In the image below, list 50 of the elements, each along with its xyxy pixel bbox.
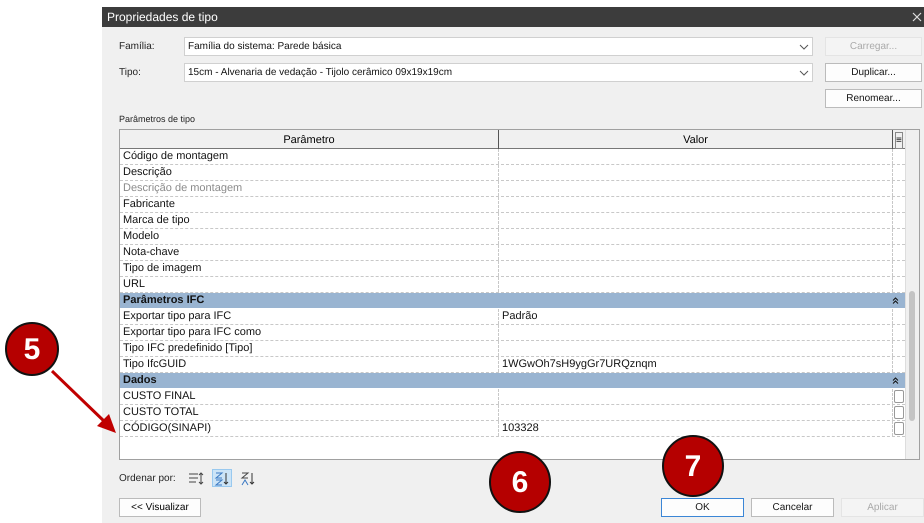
- type-label: Tipo:: [119, 66, 142, 80]
- collapse-icon[interactable]: [892, 377, 899, 384]
- parameter-name: Descrição de montagem: [120, 181, 499, 196]
- group-header[interactable]: Dados: [120, 373, 905, 389]
- type-dropdown[interactable]: 15cm - Alvenaria de vedação - Tijolo cerâmico 09x19x19cm: [184, 63, 813, 82]
- parameter-value[interactable]: Padrão: [499, 309, 893, 324]
- checkbox[interactable]: [894, 406, 904, 419]
- checkbox[interactable]: [894, 422, 904, 435]
- close-icon[interactable]: [912, 12, 922, 22]
- column-header[interactable]: Parâmetro: [120, 130, 499, 151]
- parameter-name: Modelo: [120, 229, 499, 244]
- checkbox[interactable]: [894, 390, 904, 403]
- parameter-name: Fabricante: [120, 197, 499, 212]
- column-header[interactable]: Valor: [499, 130, 893, 151]
- parameter-name: Tipo IfcGUID: [120, 357, 499, 372]
- preview-button[interactable]: << Visualizar: [119, 498, 201, 517]
- dialog-button[interactable]: OK: [661, 498, 744, 517]
- parameter-name: CUSTO TOTAL: [120, 405, 499, 420]
- parameter-name: CUSTO FINAL: [120, 389, 499, 404]
- family-dropdown[interactable]: Família do sistema: Parede básica: [184, 37, 813, 56]
- parameter-name: Nota-chave: [120, 245, 499, 260]
- group-header[interactable]: Parâmetros IFC: [120, 293, 905, 309]
- parameter-name: CÓDIGO(SINAPI): [120, 421, 499, 436]
- column-header[interactable]: ≡: [895, 132, 903, 149]
- step-marker: 5: [5, 322, 59, 376]
- parameter-value[interactable]: 1WGwOh7sH9ygGr7URQznqm: [499, 357, 893, 372]
- side-button[interactable]: Renomear...: [825, 89, 922, 108]
- scrollbar-thumb[interactable]: [909, 291, 916, 421]
- parameter-name: Exportar tipo para IFC: [120, 309, 499, 324]
- chevron-down-icon: [799, 44, 809, 50]
- window-title: Propriedades de tipo: [107, 9, 218, 26]
- parameter-name: Descrição: [120, 165, 499, 180]
- parameter-name: Tipo IFC predefinido [Tipo]: [120, 341, 499, 356]
- chevron-down-icon: [799, 70, 809, 76]
- group-title: Parâmetros IFC: [123, 293, 204, 308]
- section-label: Parâmetros de tipo: [119, 113, 196, 125]
- ascending-sort-icon[interactable]: [212, 469, 232, 487]
- sort-label: Ordenar por:: [119, 472, 176, 486]
- side-button[interactable]: Duplicar...: [825, 63, 922, 82]
- parameter-name: Código de montagem: [120, 149, 499, 164]
- dialog-button[interactable]: Cancelar: [751, 498, 834, 517]
- pointer-arrow: [50, 369, 118, 435]
- parameter-name: Marca de tipo: [120, 213, 499, 228]
- parameter-name: URL: [120, 277, 499, 292]
- parameter-name: Exportar tipo para IFC como: [120, 325, 499, 340]
- scrollbar[interactable]: [904, 130, 919, 459]
- group-title: Dados: [123, 373, 157, 388]
- parameter-name: Tipo de imagem: [120, 261, 499, 276]
- family-label: Família:: [119, 40, 156, 54]
- collapse-icon[interactable]: [892, 297, 899, 304]
